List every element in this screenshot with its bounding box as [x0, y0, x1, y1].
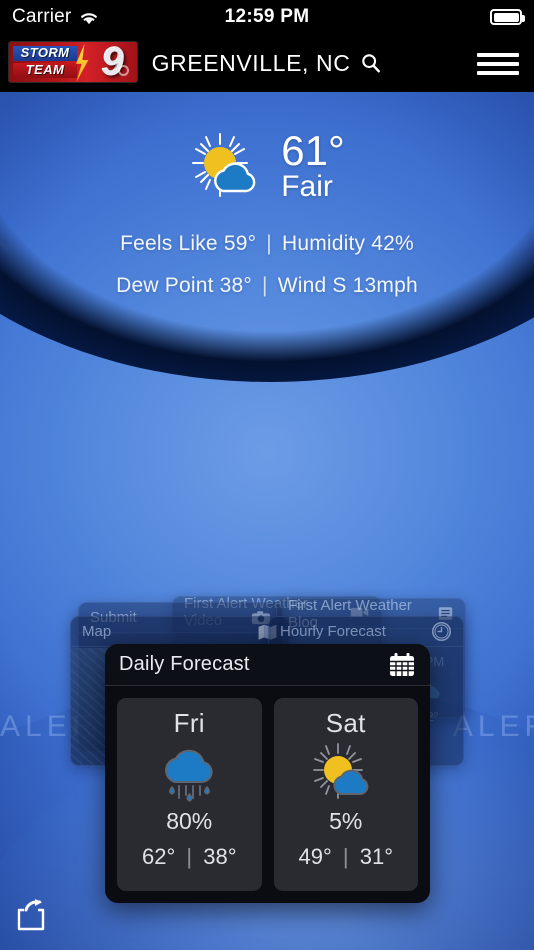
- card-title: Map: [82, 623, 112, 640]
- card-title: Hourly Forecast: [280, 623, 386, 640]
- status-bar-clock: 12:59 PM: [224, 6, 310, 27]
- rain-cloud-icon: [153, 742, 225, 804]
- forecast-high-low: 49° | 31°: [298, 842, 393, 872]
- share-icon[interactable]: [14, 898, 48, 932]
- current-condition-label: Fair: [281, 170, 333, 203]
- forecast-separator: |: [186, 844, 193, 869]
- forecast-low: 31°: [359, 844, 394, 869]
- current-temp-block: 61° Fair: [281, 127, 345, 203]
- card-header: Map: [71, 617, 289, 647]
- forecast-precip-chance: 5%: [329, 808, 363, 834]
- humidity-value: Humidity 42%: [281, 232, 414, 255]
- nav-title-group[interactable]: GREENVILLE, NC: [0, 34, 534, 92]
- hamburger-menu-icon[interactable]: [477, 51, 519, 77]
- dew-point-value: Dew Point 38°: [116, 274, 252, 297]
- wind-value: Wind S 13mph: [277, 274, 418, 297]
- current-temperature: 61°: [281, 127, 345, 174]
- sun-behind-cloud-icon: [189, 130, 267, 204]
- forecast-high-low: 62° | 38°: [142, 842, 237, 872]
- forecast-day-tile[interactable]: Sat 5% 49° | 31°: [273, 698, 418, 891]
- forecast-day-tile[interactable]: Fri 80% 62° | 38°: [117, 698, 262, 891]
- detail-line-feels-humidity: Feels Like 59° | Humidity 42%: [0, 232, 534, 256]
- forecast-high: 49°: [298, 844, 332, 869]
- forecast-day-name: Sat: [325, 708, 366, 738]
- forecast-high: 62°: [141, 844, 176, 869]
- forecast-low: 38°: [203, 844, 237, 869]
- forecast-precip-chance: 80%: [166, 808, 213, 834]
- daily-forecast-title: Daily Forecast: [119, 653, 250, 675]
- daily-forecast-body: Fri 80% 62° | 38° Sat 5% 49° | 31°: [105, 686, 430, 903]
- card-header: Hourly Forecast: [269, 617, 463, 647]
- forecast-separator: |: [342, 844, 349, 869]
- status-bar-right: [490, 9, 525, 25]
- feels-like-value: Feels Like 59°: [120, 232, 257, 255]
- location-title: GREENVILLE, NC: [151, 49, 351, 76]
- status-bar: Carrier 12:59 PM: [0, 0, 534, 34]
- detail-line-dewpoint-wind: Dew Point 38° | Wind S 13mph: [0, 274, 534, 298]
- daily-forecast-header: Daily Forecast: [105, 644, 430, 686]
- battery-full-icon: [490, 9, 525, 25]
- sun-behind-cloud-icon: [310, 742, 382, 804]
- calendar-icon[interactable]: [388, 652, 416, 678]
- app-screen: Carrier 12:59 PM STORM TEAM 9 GREENVILLE…: [0, 0, 534, 950]
- search-icon[interactable]: [360, 52, 382, 74]
- current-conditions: 61° Fair Feels Like 59° | Humidity 42% D…: [0, 130, 534, 298]
- detail-separator: |: [266, 232, 272, 255]
- daily-forecast-card[interactable]: Daily Forecast Fri 80% 62° | 38° Sat 5% …: [105, 644, 430, 903]
- nav-bar: STORM TEAM 9 GREENVILLE, NC: [0, 34, 534, 92]
- forecast-day-name: Fri: [173, 708, 205, 738]
- clock-icon: [431, 621, 452, 642]
- current-conditions-row: 61° Fair: [0, 130, 534, 204]
- detail-separator: |: [262, 274, 268, 297]
